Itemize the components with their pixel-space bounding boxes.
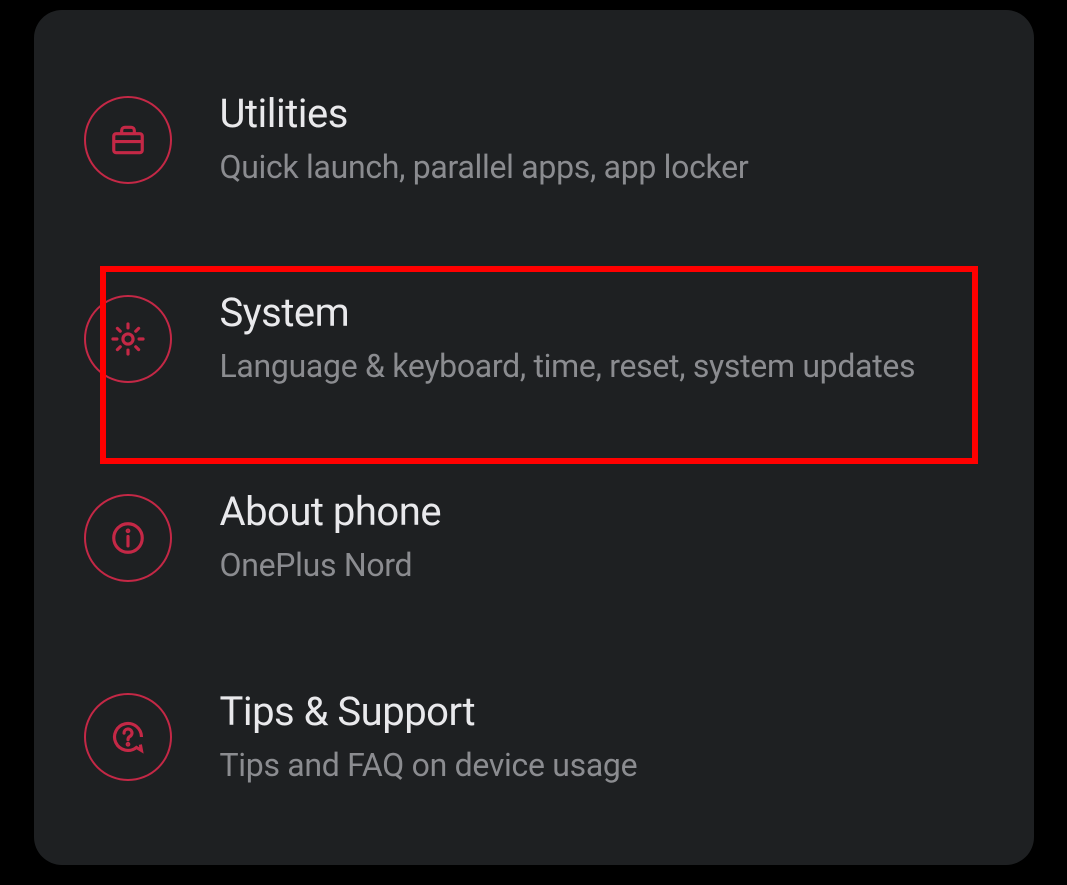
item-title: Utilities bbox=[220, 90, 749, 138]
item-subtitle: Tips and FAQ on device usage bbox=[220, 744, 638, 787]
item-text: Tips & Support Tips and FAQ on device us… bbox=[220, 688, 638, 787]
item-text: About phone OnePlus Nord bbox=[220, 488, 442, 587]
item-title: About phone bbox=[220, 488, 442, 536]
settings-item-tips-support[interactable]: Tips & Support Tips and FAQ on device us… bbox=[34, 658, 1034, 817]
item-subtitle: Quick launch, parallel apps, app locker bbox=[220, 146, 749, 189]
item-title: Tips & Support bbox=[220, 688, 638, 736]
question-icon bbox=[84, 693, 172, 781]
item-text: System Language & keyboard, time, reset,… bbox=[220, 289, 916, 388]
settings-item-about-phone[interactable]: About phone OnePlus Nord bbox=[34, 458, 1034, 617]
settings-item-utilities[interactable]: Utilities Quick launch, parallel apps, a… bbox=[34, 60, 1034, 219]
briefcase-icon bbox=[84, 96, 172, 184]
gear-icon bbox=[84, 295, 172, 383]
settings-item-system[interactable]: System Language & keyboard, time, reset,… bbox=[34, 259, 1034, 418]
item-subtitle: Language & keyboard, time, reset, system… bbox=[220, 345, 916, 388]
item-title: System bbox=[220, 289, 916, 337]
settings-panel: Utilities Quick launch, parallel apps, a… bbox=[34, 10, 1034, 865]
info-icon bbox=[84, 494, 172, 582]
item-subtitle: OnePlus Nord bbox=[220, 544, 442, 587]
item-text: Utilities Quick launch, parallel apps, a… bbox=[220, 90, 749, 189]
